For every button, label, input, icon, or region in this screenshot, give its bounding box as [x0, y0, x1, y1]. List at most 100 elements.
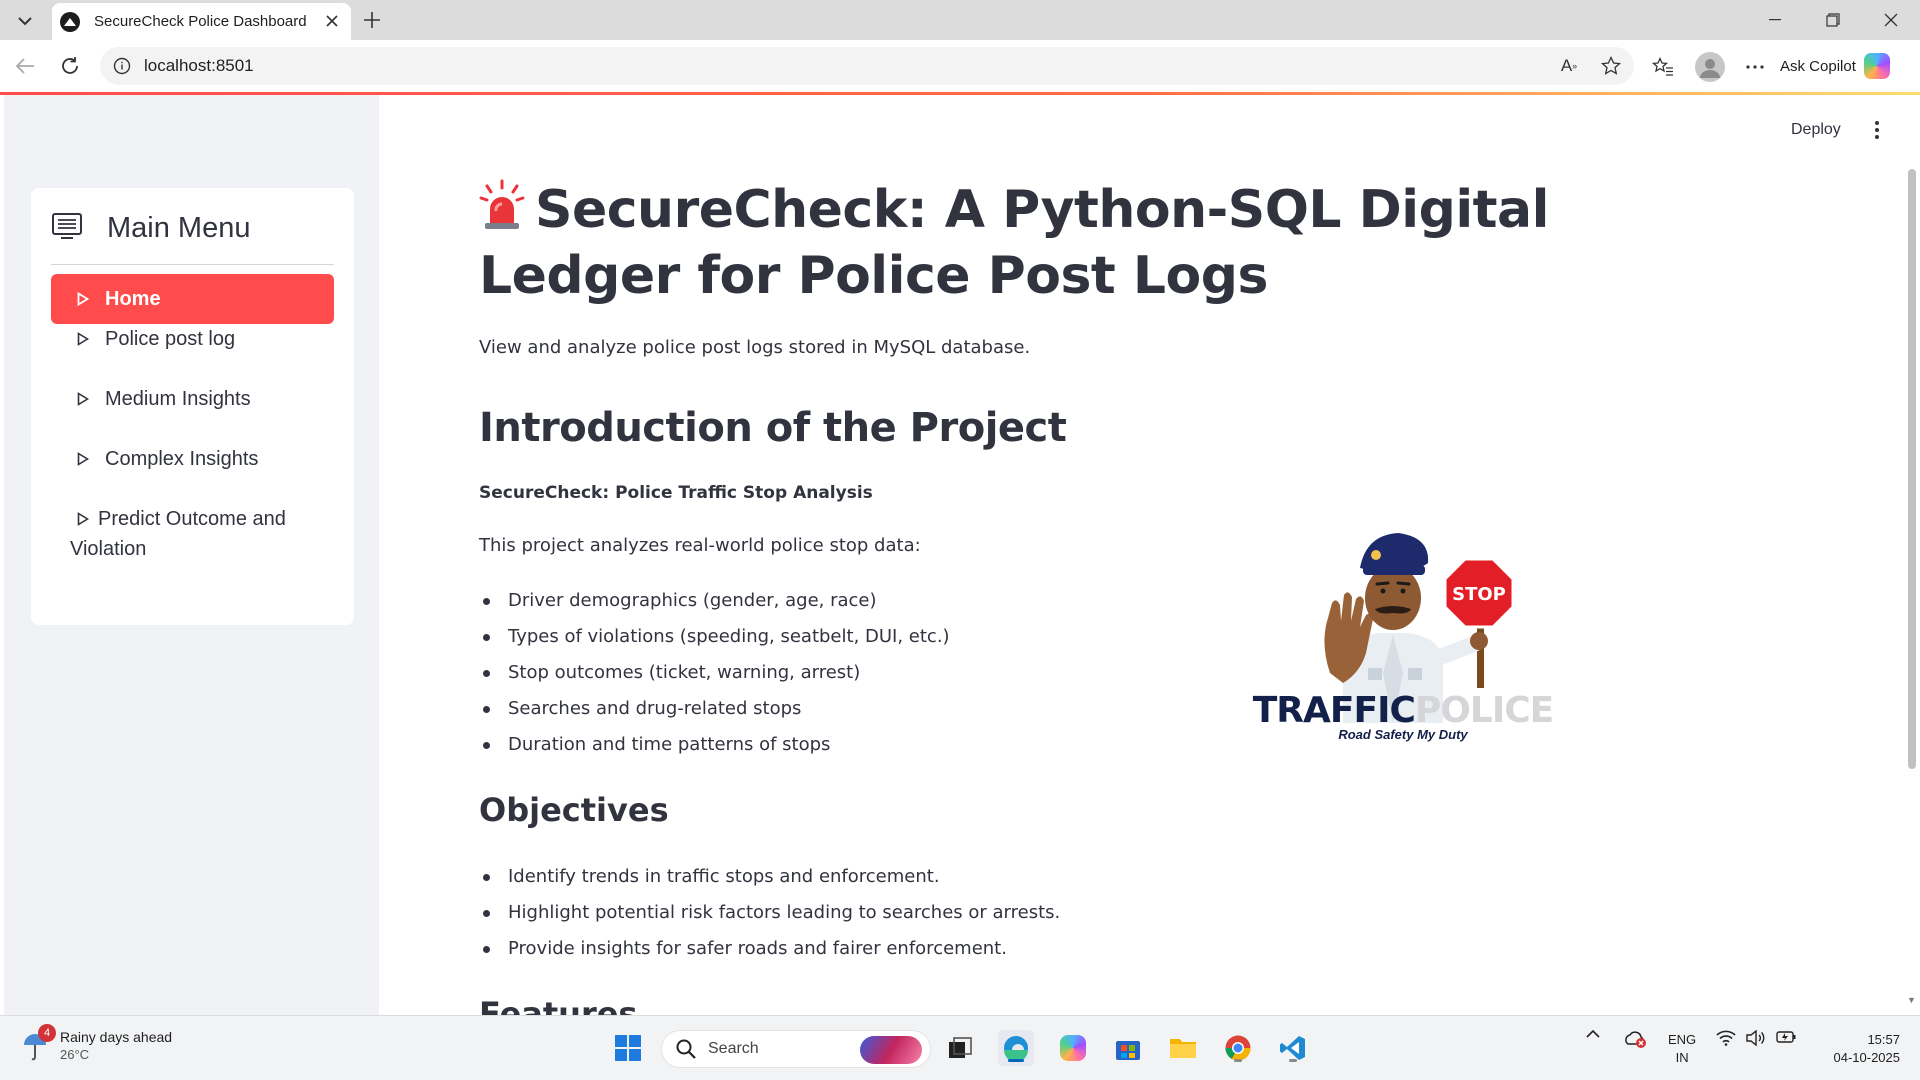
menu-title: Main Menu: [107, 212, 251, 244]
list-item: Identify trends in traffic stops and enf…: [479, 859, 1060, 895]
traffic-police-logo: TRAFFICPOLICE Road Safety My Duty: [1248, 690, 1558, 742]
favorites-list-icon[interactable]: [1648, 52, 1678, 82]
page-title-block: SecureCheck: A Python-SQL Digital Ledger…: [479, 177, 1699, 309]
scroll-down-arrow-icon[interactable]: ▼: [1907, 995, 1916, 1005]
site-info-icon[interactable]: [112, 56, 132, 76]
weather-title: Rainy days ahead: [60, 1029, 173, 1045]
chrome-icon[interactable]: [1220, 1030, 1256, 1066]
onedrive-error-icon[interactable]: [1622, 1030, 1648, 1048]
wifi-icon[interactable]: [1715, 1030, 1737, 1046]
browser-toolbar: localhost:8501 A» Ask Copilot: [0, 40, 1920, 92]
main-content: Deploy ▼ SecureCheck: A Python-SQL Digit…: [379, 95, 1920, 1015]
window-controls: [1746, 0, 1920, 40]
list-item: Duration and time patterns of stops: [479, 727, 950, 763]
list-item: Types of violations (speeding, seatbelt,…: [479, 619, 950, 655]
stop-sign-text: STOP: [1452, 584, 1506, 605]
read-aloud-icon[interactable]: A»: [1556, 53, 1582, 79]
browser-tab[interactable]: SecureCheck Police Dashboard: [52, 3, 351, 40]
intro-paragraph: This project analyzes real-world police …: [479, 535, 921, 556]
intro-bold-line: SecureCheck: Police Traffic Stop Analysi…: [479, 483, 873, 503]
menu-item-home[interactable]: Home: [51, 274, 334, 324]
ask-copilot-label: Ask Copilot: [1780, 57, 1856, 75]
running-indicator: [1234, 1059, 1242, 1062]
search-highlight-image: [860, 1036, 922, 1064]
menu-header: Main Menu: [51, 212, 250, 245]
new-tab-plus-icon[interactable]: [359, 7, 385, 33]
input-language-indicator[interactable]: ENG IN: [1668, 1031, 1696, 1067]
menu-item-predict-outcome[interactable]: Predict Outcome and Violation: [51, 504, 334, 564]
list-item: Highlight potential risk factors leading…: [479, 895, 1060, 931]
logo-word-traffic: TRAFFIC: [1252, 690, 1416, 731]
active-indicator: [1008, 1059, 1024, 1062]
list-item: Provide insights for safer roads and fai…: [479, 931, 1060, 967]
search-placeholder: Search: [708, 1040, 759, 1057]
menu-item-label: Predict Outcome and Violation: [70, 508, 286, 560]
edge-browser-icon[interactable]: [998, 1030, 1034, 1066]
weather-badge: 4: [38, 1024, 56, 1042]
minimize-icon[interactable]: [1746, 0, 1804, 40]
search-icon: [676, 1039, 696, 1059]
scrollbar-thumb[interactable]: [1908, 169, 1916, 769]
close-tab-icon[interactable]: [323, 12, 341, 30]
copilot-icon: [1863, 53, 1890, 79]
features-heading: Features: [479, 995, 638, 1015]
copilot-taskbar-icon[interactable]: [1055, 1030, 1091, 1066]
battery-icon[interactable]: [1775, 1030, 1797, 1044]
menu-list-icon: [51, 212, 83, 245]
play-triangle-icon: [77, 332, 89, 346]
windows-start-icon[interactable]: [610, 1030, 646, 1066]
deploy-button[interactable]: Deploy: [1791, 121, 1841, 139]
task-view-icon[interactable]: [942, 1030, 978, 1066]
menu-item-complex-insights[interactable]: Complex Insights: [51, 444, 334, 474]
play-triangle-icon: [77, 292, 89, 306]
play-triangle-icon: [77, 392, 89, 406]
restore-icon[interactable]: [1804, 0, 1862, 40]
clock-time: 15:57: [1867, 1032, 1900, 1047]
profile-avatar-icon[interactable]: [1695, 52, 1725, 82]
weather-widget[interactable]: 4 Rainy days ahead 26°C: [22, 1024, 173, 1064]
tab-list-chevron-icon[interactable]: [12, 8, 38, 34]
app-menu-icon[interactable]: [1867, 115, 1887, 145]
intro-list: Driver demographics (gender, age, race) …: [479, 583, 950, 763]
objectives-heading: Objectives: [479, 791, 669, 829]
clock-date: 04-10-2025: [1833, 1050, 1901, 1065]
vscode-icon[interactable]: [1275, 1030, 1311, 1066]
sidebar: Main Menu Home Police post log Medium In…: [4, 95, 379, 1015]
page-title: SecureCheck: A Python-SQL Digital Ledger…: [479, 180, 1549, 306]
lang-line-2: IN: [1675, 1050, 1689, 1065]
more-options-icon[interactable]: [1740, 52, 1770, 82]
menu-item-label: Medium Insights: [105, 388, 251, 410]
play-triangle-icon: [77, 512, 89, 526]
file-explorer-icon[interactable]: [1165, 1030, 1201, 1066]
back-arrow-icon[interactable]: [10, 51, 40, 81]
siren-icon: [479, 179, 525, 229]
browser-tab-bar: SecureCheck Police Dashboard: [0, 0, 1920, 40]
menu-item-label: Police post log: [105, 328, 236, 350]
address-bar[interactable]: localhost:8501 A»: [100, 47, 1634, 85]
microsoft-store-icon[interactable]: [1110, 1030, 1146, 1066]
play-triangle-icon: [77, 452, 89, 466]
close-window-icon[interactable]: [1862, 0, 1920, 40]
list-item: Stop outcomes (ticket, warning, arrest): [479, 655, 950, 691]
streamlit-favicon-icon: [60, 11, 80, 32]
running-indicator: [1289, 1059, 1297, 1062]
objectives-list: Identify trends in traffic stops and enf…: [479, 859, 1060, 967]
menu-item-medium-insights[interactable]: Medium Insights: [51, 384, 334, 414]
lang-line-1: ENG: [1668, 1032, 1697, 1047]
menu-item-label: Complex Insights: [105, 448, 259, 470]
refresh-icon[interactable]: [55, 51, 85, 81]
menu-item-police-post-log[interactable]: Police post log: [51, 324, 334, 354]
main-menu-card: Main Menu Home Police post log Medium In…: [31, 188, 354, 625]
list-item: Searches and drug-related stops: [479, 691, 950, 727]
taskbar-clock[interactable]: 15:57 04-10-2025: [1810, 1031, 1901, 1067]
favorite-star-icon[interactable]: [1598, 53, 1624, 79]
url-text: localhost:8501: [144, 56, 254, 75]
ask-copilot-button[interactable]: Ask Copilot: [1780, 49, 1890, 83]
logo-word-police: POLICE: [1414, 690, 1554, 731]
windows-taskbar: 4 Rainy days ahead 26°C Search ENG IN 15…: [0, 1015, 1920, 1080]
menu-item-label: Home: [105, 288, 161, 310]
volume-icon[interactable]: [1745, 1030, 1767, 1046]
menu-divider: [51, 264, 334, 265]
show-hidden-icons-chevron-icon[interactable]: [1583, 1030, 1603, 1038]
taskbar-search-input[interactable]: Search: [661, 1030, 931, 1068]
